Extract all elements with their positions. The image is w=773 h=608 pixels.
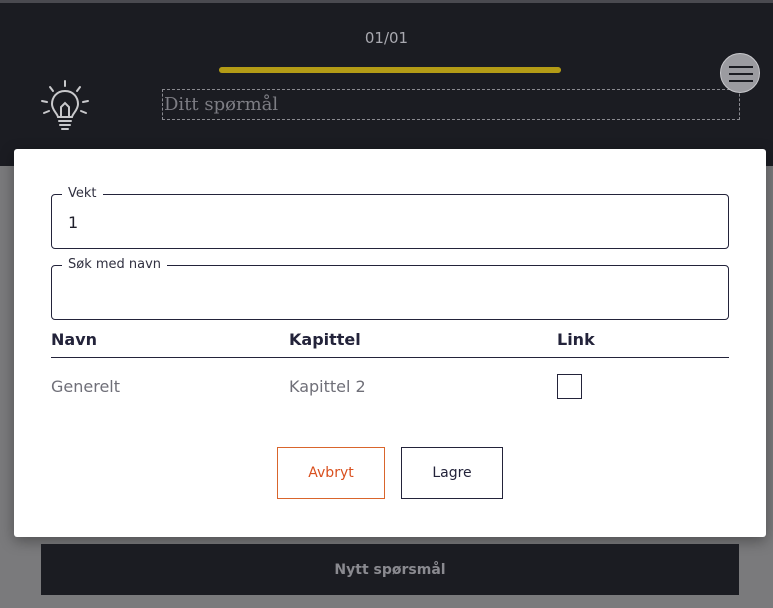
search-name-field[interactable]: Søk med navn bbox=[51, 257, 729, 320]
question-counter: 01/01 bbox=[364, 29, 409, 47]
table-header-divider bbox=[51, 357, 729, 358]
lightbulb-icon bbox=[41, 80, 89, 130]
hamburger-menu-icon[interactable] bbox=[720, 53, 760, 93]
new-question-button[interactable]: Nytt spørsmål bbox=[41, 544, 739, 595]
weight-field[interactable]: Vekt 1 bbox=[51, 186, 729, 249]
progress-bar bbox=[219, 67, 561, 73]
cancel-button[interactable]: Avbryt bbox=[277, 447, 385, 499]
weight-label: Vekt bbox=[62, 186, 103, 202]
menu-line bbox=[729, 80, 753, 82]
question-header: 01/01 Ditt spørmål bbox=[0, 0, 773, 166]
menu-line bbox=[729, 66, 753, 68]
question-input[interactable]: Ditt spørmål bbox=[162, 89, 740, 120]
weight-value: 1 bbox=[68, 213, 79, 232]
column-header-chapter: Kapittel bbox=[289, 330, 361, 349]
search-name-label: Søk med navn bbox=[62, 257, 168, 273]
row-chapter: Kapittel 2 bbox=[289, 377, 366, 396]
column-header-link: Link bbox=[557, 330, 595, 349]
link-checkbox[interactable] bbox=[557, 374, 582, 399]
column-header-name: Navn bbox=[51, 330, 98, 349]
row-name: Generelt bbox=[51, 377, 121, 396]
menu-line bbox=[729, 73, 753, 75]
save-button[interactable]: Lagre bbox=[401, 447, 503, 499]
chapter-link-dialog: Vekt 1 Søk med navn Navn Kapittel Link G… bbox=[14, 149, 766, 537]
progress-fill bbox=[219, 67, 561, 73]
